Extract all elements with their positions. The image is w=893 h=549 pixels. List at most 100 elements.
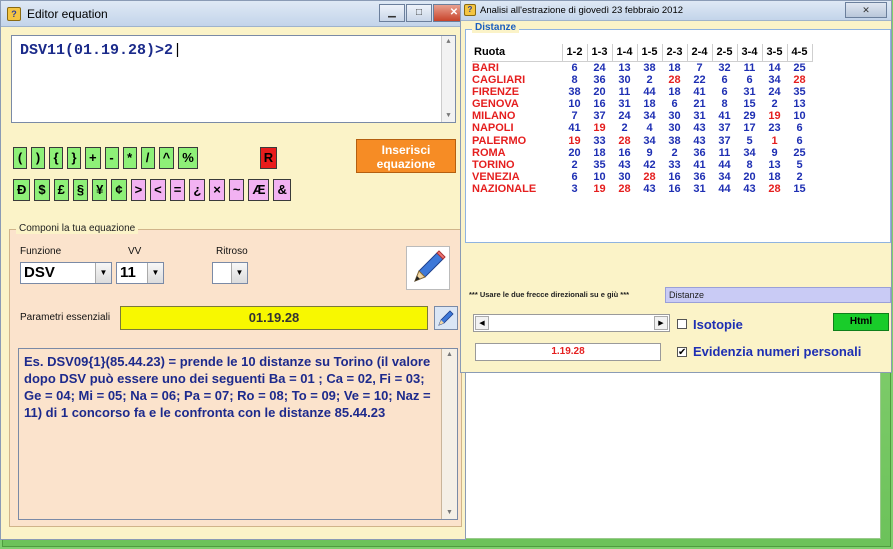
table-row[interactable]: CAGLIARI 8 36 30 2 28 22 6 6 34 28: [472, 74, 812, 86]
symbol-key[interactable]: Ð: [13, 179, 31, 201]
distance-cell: 30: [618, 73, 631, 86]
distance-cell: 6: [571, 171, 578, 184]
operator-key[interactable]: %: [178, 147, 198, 169]
distanze-field[interactable]: Distanze: [665, 287, 891, 303]
table-row[interactable]: VENEZIA 6 10 30 28 16 36 34 20 18 2: [472, 171, 812, 183]
operator-key[interactable]: ^: [158, 147, 175, 169]
analysis-title: Analisi all'estrazione di giovedì 23 feb…: [480, 5, 684, 16]
table-row[interactable]: NAZIONALE 3 19 28 43 16 31 44 43 28 15: [472, 183, 812, 195]
scroll-left-icon[interactable]: ◀: [475, 316, 489, 330]
symbol-key[interactable]: &: [273, 179, 291, 201]
chevron-down-icon[interactable]: ▼: [231, 263, 247, 283]
distance-cell: 6: [796, 122, 803, 135]
operator-key[interactable]: (: [13, 147, 27, 169]
operator-key[interactable]: -: [104, 147, 119, 169]
html-button[interactable]: Html: [833, 313, 889, 331]
distance-cell: 20: [743, 171, 756, 184]
funzione-select[interactable]: DSV ▼: [20, 262, 112, 284]
close-icon[interactable]: ✕: [845, 2, 887, 18]
table-row[interactable]: MILANO 7 37 24 34 30 31 41 29 19 10: [472, 110, 812, 122]
scroll-down-icon[interactable]: ▼: [442, 110, 455, 122]
table-row[interactable]: FIRENZE 38 20 11 44 18 41 6 31 24 35: [472, 86, 812, 98]
description-text-area[interactable]: Es. DSV09{1}(85.44.23) = prende le 10 di…: [18, 348, 458, 520]
equation-scrollbar[interactable]: ▲ ▼: [441, 36, 455, 122]
scroll-down-icon[interactable]: ▼: [442, 507, 457, 519]
symbol-key[interactable]: ~: [228, 179, 245, 201]
evidenzia-checkbox[interactable]: ✔: [677, 347, 687, 358]
vv-label: VV: [128, 246, 142, 257]
operator-key[interactable]: /: [140, 147, 155, 169]
editor-window: ? Editor equation DSV11(01.19.28)>2| ▲ ▼…: [0, 0, 466, 540]
numbers-field[interactable]: 1.19.28: [475, 343, 661, 361]
operator-key[interactable]: *: [122, 147, 137, 169]
minimize-icon[interactable]: ▁: [379, 4, 405, 22]
ruota-name: PALERMO: [472, 134, 527, 147]
distance-cell: 14: [768, 61, 781, 74]
distance-cell: 44: [643, 85, 656, 98]
ruota-name: VENEZIA: [472, 171, 520, 184]
symbol-key[interactable]: ¥: [92, 179, 108, 201]
symbol-key[interactable]: =: [169, 179, 186, 201]
symbol-key[interactable]: $: [34, 179, 50, 201]
distance-cell: 7: [571, 110, 578, 123]
vv-select[interactable]: 11 ▼: [116, 262, 164, 284]
editor-title: Editor equation: [27, 7, 108, 21]
column-header: 2-5: [711, 44, 738, 62]
equation-input[interactable]: DSV11(01.19.28)>2| ▲ ▼: [11, 35, 456, 123]
symbol-key[interactable]: ×: [209, 179, 225, 201]
horizontal-scrollbar[interactable]: ◀ ▶: [473, 314, 670, 332]
scroll-right-icon[interactable]: ▶: [654, 316, 668, 330]
table-row[interactable]: ROMA 20 18 16 9 2 36 11 34 9 25: [472, 147, 812, 159]
distance-cell: 28: [768, 183, 781, 196]
distance-cell: 24: [593, 61, 606, 74]
symbol-key[interactable]: Æ: [248, 179, 270, 201]
distance-cell: 31: [693, 110, 706, 123]
table-row[interactable]: TORINO 2 35 43 42 33 41 44 8 13 5: [472, 159, 812, 171]
operator-key[interactable]: }: [67, 147, 81, 169]
pencil-icon: [414, 250, 446, 282]
r-key[interactable]: R: [259, 147, 278, 169]
table-row[interactable]: GENOVA 10 16 31 18 6 21 8 15 2 13: [472, 98, 812, 110]
distance-cell: 43: [743, 183, 756, 196]
symbol-key[interactable]: £: [53, 179, 69, 201]
distances-group-title: Distanze: [472, 22, 520, 33]
isotopie-checkbox[interactable]: [677, 319, 687, 329]
distance-cell: 24: [618, 110, 631, 123]
maximize-icon[interactable]: □: [406, 4, 432, 22]
scroll-up-icon[interactable]: ▲: [442, 349, 457, 361]
symbol-key[interactable]: >: [130, 179, 147, 201]
scroll-up-icon[interactable]: ▲: [442, 36, 455, 48]
distance-cell: 41: [568, 122, 581, 135]
symbol-key[interactable]: ¿: [189, 179, 206, 201]
parametri-field[interactable]: 01.19.28: [120, 306, 428, 330]
operator-key[interactable]: ): [31, 147, 45, 169]
distance-cell: 1: [771, 134, 778, 147]
symbol-key[interactable]: ¢: [111, 179, 127, 201]
operator-key[interactable]: {: [49, 147, 63, 169]
insert-equation-button[interactable]: Inserisci equazione: [356, 139, 456, 173]
chevron-down-icon[interactable]: ▼: [147, 263, 163, 283]
table-row[interactable]: NAPOLI 41 19 2 4 30 43 37 17 23 6: [472, 122, 812, 134]
table-row[interactable]: PALERMO 19 33 28 34 38 43 37 5 1 6: [472, 134, 812, 147]
app-icon: ?: [7, 7, 21, 21]
edit-params-button[interactable]: [434, 306, 458, 330]
distance-cell: 25: [793, 61, 806, 74]
analysis-window: ? Analisi all'estrazione di giovedì 23 f…: [460, 0, 892, 373]
equation-text: DSV11(01.19.28)>2: [20, 42, 174, 59]
ruota-name: MILANO: [472, 110, 516, 123]
distance-cell: 13: [618, 61, 631, 74]
table-row[interactable]: BARI 6 24 13 38 18 7 32 11 14 25: [472, 61, 812, 74]
pencil-button[interactable]: [406, 246, 450, 290]
ritroso-select[interactable]: ▼: [212, 262, 248, 284]
chevron-down-icon[interactable]: ▼: [95, 263, 111, 283]
distance-cell: 18: [643, 97, 656, 110]
distance-cell: 8: [571, 73, 578, 86]
distance-cell: 18: [593, 146, 606, 159]
distance-cell: 32: [718, 61, 731, 74]
symbol-key[interactable]: §: [72, 179, 89, 201]
distance-cell: 28: [668, 73, 681, 86]
operator-key[interactable]: +: [85, 147, 101, 169]
description-scrollbar[interactable]: ▲ ▼: [441, 349, 457, 519]
symbol-key[interactable]: <: [150, 179, 166, 201]
distance-cell: 10: [568, 97, 581, 110]
